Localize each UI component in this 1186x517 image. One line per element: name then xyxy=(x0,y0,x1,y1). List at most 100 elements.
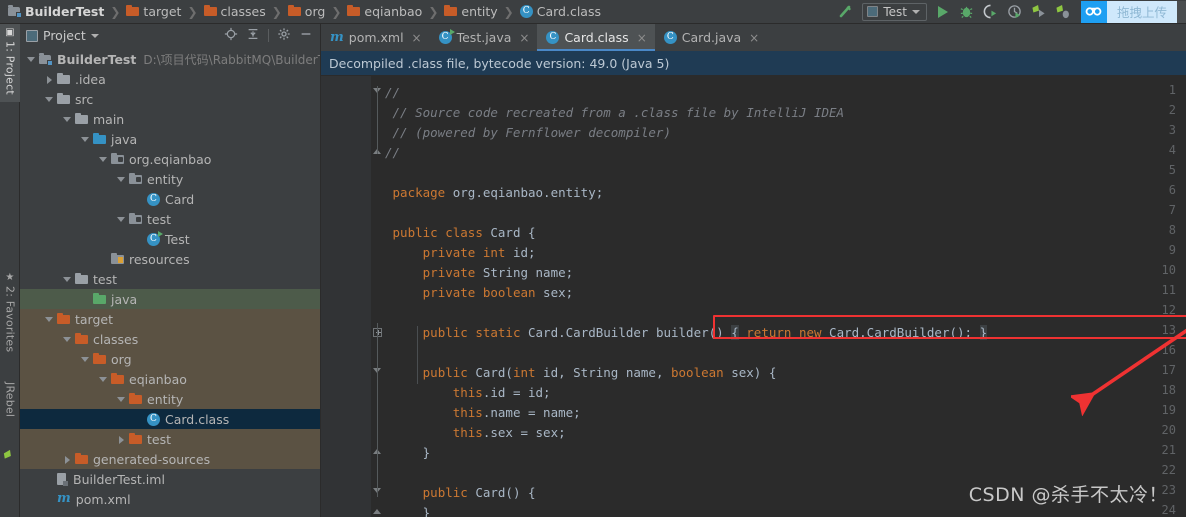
tree-item-org[interactable]: org xyxy=(20,349,321,369)
code-line[interactable]: // xyxy=(385,83,400,103)
tree-item-java[interactable]: java xyxy=(20,129,321,149)
fold-collapse-end-icon[interactable] xyxy=(373,507,384,517)
chevron-down-icon[interactable] xyxy=(62,274,73,285)
tree-item-card[interactable]: C Card xyxy=(20,189,321,209)
code-text[interactable]: // // Source code recreated from a .clas… xyxy=(385,76,1186,517)
fold-expand-icon[interactable] xyxy=(373,327,384,338)
code-line[interactable]: public Card(int id, String name, boolean… xyxy=(385,363,777,383)
tree-item-pom-xml[interactable]: m pom.xml xyxy=(20,489,321,509)
tree-item-java[interactable]: java xyxy=(20,289,321,309)
code-line[interactable]: // (powered by Fernflower decompiler) xyxy=(385,123,671,143)
jrebel-run-icon[interactable] xyxy=(1027,0,1051,24)
chevron-down-icon[interactable] xyxy=(90,33,99,38)
tree-item-eqianbao[interactable]: eqianbao xyxy=(20,369,321,389)
code-token: Card { xyxy=(482,225,536,240)
tree-item--idea[interactable]: .idea xyxy=(20,69,321,89)
tree-item-test[interactable]: test xyxy=(20,269,321,289)
settings-gear-icon[interactable] xyxy=(277,27,291,44)
breadcrumb-item-eqianbao[interactable]: eqianbao xyxy=(345,0,424,24)
code-viewport[interactable]: 1 2 3 4 5 6 7 8 9 10 11 12 13 16 17 18 19 20 21 22 23 24 // /… xyxy=(321,76,1186,517)
chevron-down-icon[interactable] xyxy=(116,174,127,185)
close-icon[interactable]: × xyxy=(412,31,422,45)
sidebar-tab-project[interactable]: ▣ 1: Project xyxy=(0,24,20,102)
editor-gutter[interactable] xyxy=(321,76,371,517)
chevron-down-icon[interactable] xyxy=(98,154,109,165)
code-line[interactable]: } xyxy=(385,443,431,463)
drag-upload-badge[interactable]: 拖拽上传 xyxy=(1080,0,1186,23)
tree-item-org-eqianbao[interactable]: org.eqianbao xyxy=(20,149,321,169)
chevron-down-icon[interactable] xyxy=(44,94,55,105)
tree-item-test[interactable]: test xyxy=(20,429,321,449)
run-configuration-selector[interactable]: Test xyxy=(862,2,927,21)
sidebar-tab-jrebel[interactable]: JRebel xyxy=(0,379,20,441)
tree-item-buildertest-iml[interactable]: BuilderTest.iml xyxy=(20,469,321,489)
chevron-down-icon[interactable] xyxy=(80,134,91,145)
breadcrumb-item-target[interactable]: target xyxy=(124,0,183,24)
jrebel-icon[interactable] xyxy=(3,449,17,466)
code-line[interactable]: private boolean sex; xyxy=(385,283,574,303)
chevron-down-icon[interactable] xyxy=(62,114,73,125)
breadcrumb-item-org[interactable]: org xyxy=(286,0,328,24)
chevron-down-icon[interactable] xyxy=(80,354,91,365)
chevron-down-icon[interactable] xyxy=(26,54,37,65)
chevron-right-icon[interactable] xyxy=(44,74,55,85)
editor-tab-test-java[interactable]: C Test.java × xyxy=(430,24,538,51)
tree-item-test[interactable]: test xyxy=(20,209,321,229)
code-line[interactable]: private String name; xyxy=(385,263,574,283)
tree-item-card-class[interactable]: C Card.class xyxy=(20,409,321,429)
tree-item-target[interactable]: target xyxy=(20,309,321,329)
code-line[interactable]: public static Card.CardBuilder builder()… xyxy=(385,323,988,343)
chevron-down-icon[interactable] xyxy=(98,374,109,385)
code-line[interactable]: this.name = name; xyxy=(385,403,581,423)
code-line[interactable]: this.id = id; xyxy=(385,383,551,403)
chevron-right-icon[interactable] xyxy=(116,434,127,445)
fold-collapse-end-icon[interactable] xyxy=(373,447,384,458)
code-line[interactable]: public class Card { xyxy=(385,223,536,243)
breadcrumb-item-classes[interactable]: classes xyxy=(202,0,268,24)
breadcrumb-item-entity[interactable]: entity xyxy=(442,0,499,24)
chevron-down-icon[interactable] xyxy=(62,334,73,345)
chevron-down-icon[interactable] xyxy=(116,394,127,405)
editor-tab-pom-xml[interactable]: m pom.xml × xyxy=(321,24,430,51)
fold-collapse-end-icon[interactable] xyxy=(373,147,384,158)
code-line[interactable]: private int id; xyxy=(385,243,536,263)
tree-item-classes[interactable]: classes xyxy=(20,329,321,349)
code-line[interactable]: } xyxy=(385,503,431,517)
tree-item-entity[interactable]: entity xyxy=(20,389,321,409)
tree-item-generated-sources[interactable]: generated-sources xyxy=(20,449,321,469)
tree-item-entity[interactable]: entity xyxy=(20,169,321,189)
tree-item-buildertest[interactable]: BuilderTest D:\项目代码\RabbitMQ\BuilderTes xyxy=(20,49,321,69)
hide-panel-icon[interactable] xyxy=(299,27,313,44)
tree-item-src[interactable]: src xyxy=(20,89,321,109)
code-line[interactable]: // Source code recreated from a .class f… xyxy=(385,103,845,123)
tree-item-test[interactable]: C Test xyxy=(20,229,321,249)
debug-button[interactable] xyxy=(955,0,979,24)
sidebar-tab-favorites[interactable]: ★ 2: Favorites xyxy=(0,269,20,369)
close-icon[interactable]: × xyxy=(519,31,529,45)
fold-collapse-start-icon[interactable] xyxy=(373,87,384,98)
close-icon[interactable]: × xyxy=(749,31,759,45)
chevron-down-icon[interactable] xyxy=(116,214,127,225)
code-line[interactable]: public Card() { xyxy=(385,483,536,503)
editor-tab-card-java[interactable]: C Card.java × xyxy=(655,24,767,51)
locate-icon[interactable] xyxy=(224,27,238,44)
code-line[interactable]: this.sex = sex; xyxy=(385,423,566,443)
hammer-icon[interactable] xyxy=(834,0,858,24)
editor-tab-card-class[interactable]: C Card.class × xyxy=(537,24,656,51)
breadcrumb-item-buildertest[interactable]: BuilderTest xyxy=(6,0,106,24)
chevron-down-icon[interactable] xyxy=(44,314,55,325)
jrebel-debug-icon[interactable] xyxy=(1051,0,1075,24)
code-line[interactable]: // xyxy=(385,143,400,163)
fold-collapse-start-icon[interactable] xyxy=(373,487,384,498)
chevron-right-icon[interactable] xyxy=(62,454,73,465)
tree-item-main[interactable]: main xyxy=(20,109,321,129)
breadcrumb-item-card-class[interactable]: C Card.class xyxy=(518,0,603,24)
tree-item-resources[interactable]: resources xyxy=(20,249,321,269)
collapse-all-icon[interactable] xyxy=(246,27,260,44)
fold-collapse-start-icon[interactable] xyxy=(373,367,384,378)
run-button[interactable] xyxy=(931,0,955,24)
profiler-icon[interactable] xyxy=(1003,0,1027,24)
coverage-icon[interactable] xyxy=(979,0,1003,24)
code-line[interactable]: package org.eqianbao.entity; xyxy=(385,183,604,203)
close-icon[interactable]: × xyxy=(637,31,647,45)
